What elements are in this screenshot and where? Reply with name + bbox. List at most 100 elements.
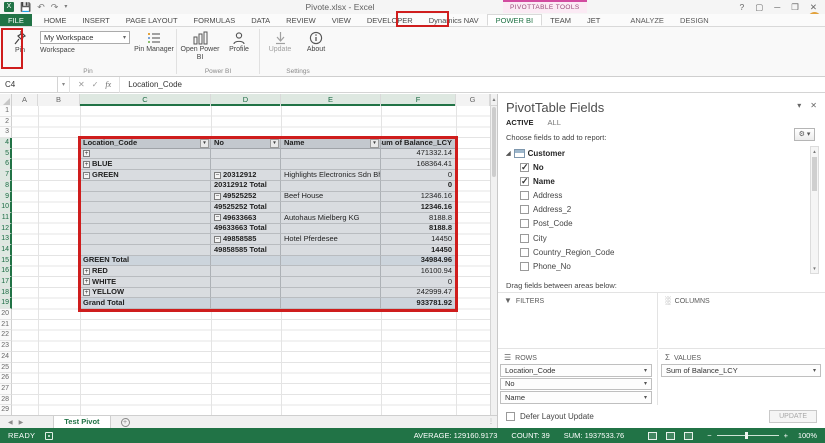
pivot-cell[interactable]: Hotel Pferdesee [281, 234, 381, 245]
zoom-slider-thumb[interactable] [745, 432, 748, 439]
row-header-21[interactable]: 21 [0, 320, 12, 331]
tools-gear-button[interactable]: ⚙ ▾ [794, 128, 815, 141]
column-header-e[interactable]: E [281, 94, 381, 106]
field-item-city[interactable]: City [506, 231, 808, 245]
pivot-table[interactable]: Location_Code▾No▾Name▾Sum of Balance_LCY… [80, 138, 456, 309]
row-header-26[interactable]: 26 [0, 373, 12, 384]
pivot-cell[interactable] [211, 256, 281, 267]
row-header-23[interactable]: 23 [0, 341, 12, 352]
pin-manager-button[interactable]: Pin Manager [134, 30, 174, 54]
expand-icon[interactable]: + [83, 150, 90, 157]
pivot-row[interactable]: +WHITE0 [80, 277, 456, 288]
page-layout-view-icon[interactable] [666, 432, 675, 440]
pivot-cell[interactable] [211, 266, 281, 277]
save-icon[interactable]: 💾 [20, 2, 31, 12]
pivot-cell[interactable]: 20312912 Total [211, 181, 281, 192]
expand-icon[interactable]: + [83, 161, 90, 168]
pivot-cell[interactable]: 0 [381, 277, 456, 288]
cancel-icon[interactable]: ✕ [78, 80, 85, 89]
collapse-icon[interactable]: − [214, 214, 221, 221]
pivot-cell[interactable] [281, 245, 381, 256]
pivot-cell[interactable]: 16100.94 [381, 266, 456, 277]
pivot-cell[interactable]: 14450 [381, 234, 456, 245]
collapse-icon[interactable]: − [83, 172, 90, 179]
pivot-row[interactable]: −GREEN−20312912Highlights Electronics Sd… [80, 170, 456, 181]
ribbon-tab-review[interactable]: REVIEW [278, 14, 324, 26]
ribbon-tab-page-layout[interactable]: PAGE LAYOUT [118, 14, 186, 26]
row-header-24[interactable]: 24 [0, 352, 12, 363]
pane-tab-all[interactable]: ALL [548, 118, 561, 127]
pivot-row[interactable]: −49525252Beef House12346.16 [80, 192, 456, 203]
row-header-10[interactable]: 10 [0, 202, 12, 213]
expand-icon[interactable]: + [83, 289, 90, 296]
ribbon-tab-home[interactable]: HOME [36, 14, 75, 26]
pivot-cell[interactable] [80, 192, 211, 203]
chevron-down-icon[interactable]: ▾ [813, 367, 816, 374]
pivot-cell[interactable] [80, 181, 211, 192]
field-checkbox[interactable] [520, 262, 529, 271]
enter-icon[interactable]: ✓ [92, 80, 99, 89]
pivot-cell[interactable]: 168364.41 [381, 159, 456, 170]
row-header-16[interactable]: 16 [0, 266, 12, 277]
scroll-thumb[interactable] [492, 107, 496, 177]
ribbon-tab-analyze[interactable]: ANALYZE [622, 14, 672, 26]
pivot-row[interactable]: +YELLOW242999.47 [80, 288, 456, 299]
pivot-cell[interactable]: + [80, 149, 211, 160]
pivot-cell[interactable] [211, 277, 281, 288]
defer-checkbox[interactable] [506, 412, 515, 421]
sheet-next-icon[interactable]: ▶ [19, 419, 24, 426]
formula-input[interactable]: Location_Code [120, 80, 182, 89]
column-header-a[interactable]: A [12, 94, 38, 106]
pivot-header-name[interactable]: Name▾ [281, 138, 381, 149]
pivot-cell[interactable] [281, 149, 381, 160]
pivot-cell[interactable] [281, 298, 381, 309]
zoom-level[interactable]: 100% [793, 431, 817, 440]
pivot-header-sum of balance_lcy[interactable]: Sum of Balance_LCY [381, 138, 456, 149]
row-header-18[interactable]: 18 [0, 288, 12, 299]
field-checkbox[interactable] [520, 177, 529, 186]
field-checkbox[interactable] [520, 234, 529, 243]
field-item-address[interactable]: Address [506, 188, 808, 202]
pivot-cell[interactable] [281, 202, 381, 213]
pivot-cell[interactable] [80, 234, 211, 245]
insert-function-icon[interactable]: fx [105, 80, 111, 89]
select-all-corner[interactable] [0, 94, 12, 106]
row-header-20[interactable]: 20 [0, 309, 12, 320]
page-break-view-icon[interactable] [684, 432, 693, 440]
pivot-cell[interactable] [281, 288, 381, 299]
pivot-cell[interactable] [281, 266, 381, 277]
update-button[interactable]: Update [262, 30, 298, 54]
row-header-8[interactable]: 8 [0, 181, 12, 192]
pivot-cell[interactable]: 933781.92 [381, 298, 456, 309]
defer-layout-update[interactable]: Defer Layout Update [506, 412, 594, 421]
pivot-cell[interactable]: −49633663 [211, 213, 281, 224]
pivot-cell[interactable]: 0 [381, 181, 456, 192]
pivot-cell[interactable]: 8188.8 [381, 224, 456, 235]
pivot-cell[interactable]: −20312912 [211, 170, 281, 181]
field-checkbox[interactable] [520, 248, 529, 257]
pivot-cell[interactable]: 12346.16 [381, 202, 456, 213]
about-button[interactable]: About [298, 30, 334, 54]
pivot-row[interactable]: 49525252 Total12346.16 [80, 202, 456, 213]
pivot-cell[interactable]: Autohaus Mielberg KG [281, 213, 381, 224]
pivot-cell[interactable]: 8188.8 [381, 213, 456, 224]
pivot-row[interactable]: GREEN Total34984.96 [80, 256, 456, 267]
ribbon-tab-developer[interactable]: DEVELOPER [359, 14, 421, 26]
chevron-down-icon[interactable]: ▾ [644, 367, 647, 374]
ribbon-tab-insert[interactable]: INSERT [74, 14, 117, 26]
vertical-scrollbar[interactable]: ▲ [490, 94, 497, 415]
customize-qat-icon[interactable]: ▾ [64, 2, 67, 12]
pivot-cell[interactable] [80, 202, 211, 213]
values-field-sum-of-balance_lcy[interactable]: Sum of Balance_LCY▾ [661, 364, 821, 377]
pivot-cell[interactable]: 14450 [381, 245, 456, 256]
row-header-9[interactable]: 9 [0, 192, 12, 203]
column-header-b[interactable]: B [38, 94, 80, 106]
tab-bar-splitter[interactable]: ⋮ [488, 416, 497, 428]
row-header-29[interactable]: 29 [0, 405, 12, 415]
pivot-cell[interactable]: 12346.16 [381, 192, 456, 203]
pivot-cell[interactable]: −49858585 [211, 234, 281, 245]
expand-icon[interactable]: + [83, 278, 90, 285]
ribbon-tab-design[interactable]: DESIGN [672, 14, 717, 26]
row-header-17[interactable]: 17 [0, 277, 12, 288]
columns-area[interactable]: ░COLUMNS [659, 293, 825, 349]
